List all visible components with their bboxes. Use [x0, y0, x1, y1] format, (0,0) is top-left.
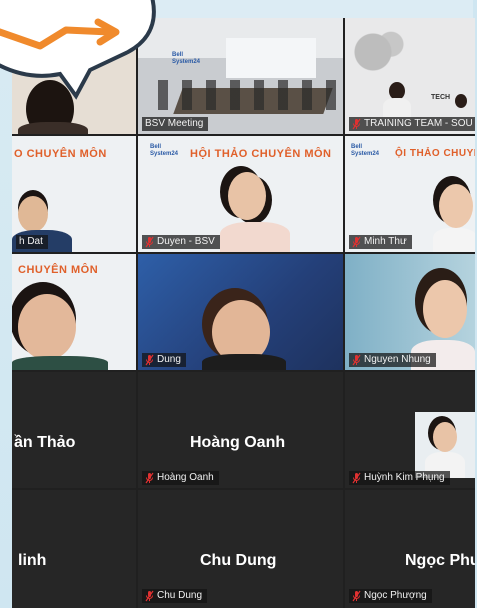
- office-window: [226, 38, 316, 78]
- participant-head: [423, 280, 467, 338]
- office-wall-logo: Bell System24: [172, 52, 200, 66]
- video-tile-1[interactable]: [12, 18, 136, 134]
- participant-head: [18, 196, 48, 232]
- participant-name: Ngọc Phượng: [364, 590, 427, 601]
- participant-nameplate: Duyen - BSV: [142, 235, 220, 249]
- video-tile-dung[interactable]: Dung: [138, 254, 343, 370]
- logo-text-2: System24: [150, 151, 179, 157]
- avatar-tile-ngoc-phuong[interactable]: Ngọc Phư Ngọc Phượng: [345, 490, 475, 608]
- participant-name: h Dat: [19, 236, 43, 247]
- banner-title: CHUYÊN MÔN: [18, 264, 99, 276]
- participant-name: Huỳnh Kim Phụng: [364, 472, 445, 483]
- participant-nameplate: Minh Thư: [349, 235, 412, 249]
- participant-head: [455, 94, 467, 108]
- avatar-tile-huynh-kim-phung[interactable]: Huỳnh Kim Phụng: [345, 372, 475, 488]
- mic-off-icon: [352, 354, 361, 366]
- mic-off-icon: [145, 354, 154, 366]
- mic-off-icon: [352, 590, 361, 602]
- profile-photo: [415, 412, 475, 478]
- desktop-background: [0, 0, 12, 608]
- logo-text-1: Bell: [172, 52, 184, 58]
- participant-nameplate: TRAINING TEAM - SOU: [349, 117, 475, 131]
- participant-nameplate: Hoàng Oanh: [142, 471, 219, 485]
- video-tile-duyen[interactable]: Bell System24 HỘI THẢO CHUYÊN MÔN Duyen …: [138, 136, 343, 252]
- avatar-tile-chu-dung[interactable]: Chu Dung Chu Dung: [138, 490, 343, 608]
- participant-body: [18, 122, 88, 134]
- participant-display-name: Ngọc Phư: [405, 552, 475, 569]
- participant-nameplate: h Dat: [16, 235, 48, 249]
- participant-display-name: Hoàng Oanh: [190, 434, 286, 451]
- participant-nameplate: Nguyen Nhung: [349, 353, 436, 367]
- banner-logo: Bell System24: [150, 144, 178, 158]
- mic-off-icon: [145, 590, 154, 602]
- video-tile-training-team[interactable]: TECH TRAINING TEAM - SOU: [345, 18, 475, 134]
- banner-title: ỘI THẢO CHUYÊN MÔN: [395, 148, 475, 159]
- participant-nameplate: Dung: [142, 353, 186, 367]
- participant-body: [220, 222, 290, 252]
- participant-nameplate: Chu Dung: [142, 589, 208, 603]
- participant-display-name: Chu Dung: [200, 552, 277, 569]
- photo-head: [433, 422, 457, 452]
- participant-nameplate: Ngọc Phượng: [349, 589, 432, 603]
- video-tile-3-1[interactable]: CHUYÊN MÔN: [12, 254, 136, 370]
- banner-logo: Bell System24: [351, 144, 379, 158]
- participant-body: [383, 98, 411, 118]
- participant-head: [439, 184, 473, 228]
- banner-title: O CHUYÊN MÔN: [14, 148, 107, 160]
- wall-map: [349, 26, 409, 78]
- participant-name: Chu Dung: [157, 590, 203, 601]
- participant-head: [18, 294, 76, 360]
- mic-off-icon: [352, 236, 361, 248]
- avatar-tile-hoang-oanh[interactable]: Hoàng Oanh Hoàng Oanh: [138, 372, 343, 488]
- mic-off-icon: [145, 472, 154, 484]
- participant-name: Hoàng Oanh: [157, 472, 214, 483]
- banner-title: HỘI THẢO CHUYÊN MÔN: [190, 148, 332, 160]
- participant-nameplate: Huỳnh Kim Phụng: [349, 471, 450, 485]
- chairs: [158, 80, 343, 110]
- participant-name: BSV Meeting: [145, 118, 204, 129]
- video-tile-bsv-meeting[interactable]: Bell System24 BSV Meeting: [138, 18, 343, 134]
- video-gallery-grid: Bell System24 BSV Meeting TECH TRAINING …: [12, 18, 475, 608]
- participant-display-name: ần Thảo: [14, 434, 76, 451]
- participant-body: [433, 228, 475, 252]
- participant-nameplate: BSV Meeting: [142, 117, 209, 131]
- mic-off-icon: [145, 236, 154, 248]
- logo-text-1: Bell: [351, 144, 363, 150]
- participant-display-name: linh: [18, 552, 47, 569]
- participant-name: TRAINING TEAM - SOU: [364, 118, 473, 129]
- participant-name: Dung: [157, 354, 181, 365]
- participant-name: Minh Thư: [364, 236, 407, 247]
- logo-text-2: System24: [172, 59, 201, 65]
- video-tile-dat[interactable]: O CHUYÊN MÔN h Dat: [12, 136, 136, 252]
- avatar-tile-linh[interactable]: linh: [12, 490, 136, 608]
- logo-text-2: System24: [351, 151, 380, 157]
- tech-sign: TECH: [431, 94, 451, 101]
- participant-body: [202, 354, 286, 370]
- logo-text-1: Bell: [150, 144, 162, 150]
- avatar-tile-thao[interactable]: ần Thảo: [12, 372, 136, 488]
- participant-head: [228, 172, 266, 220]
- mic-off-icon: [352, 118, 361, 130]
- participant-name: Duyen - BSV: [157, 236, 215, 247]
- mic-off-icon: [352, 472, 361, 484]
- participant-body: [12, 356, 108, 370]
- video-tile-nguyen-nhung[interactable]: Nguyen Nhung: [345, 254, 475, 370]
- participant-name: Nguyen Nhung: [364, 354, 431, 365]
- video-tile-minh-thu[interactable]: Bell System24 ỘI THẢO CHUYÊN MÔN Minh Th…: [345, 136, 475, 252]
